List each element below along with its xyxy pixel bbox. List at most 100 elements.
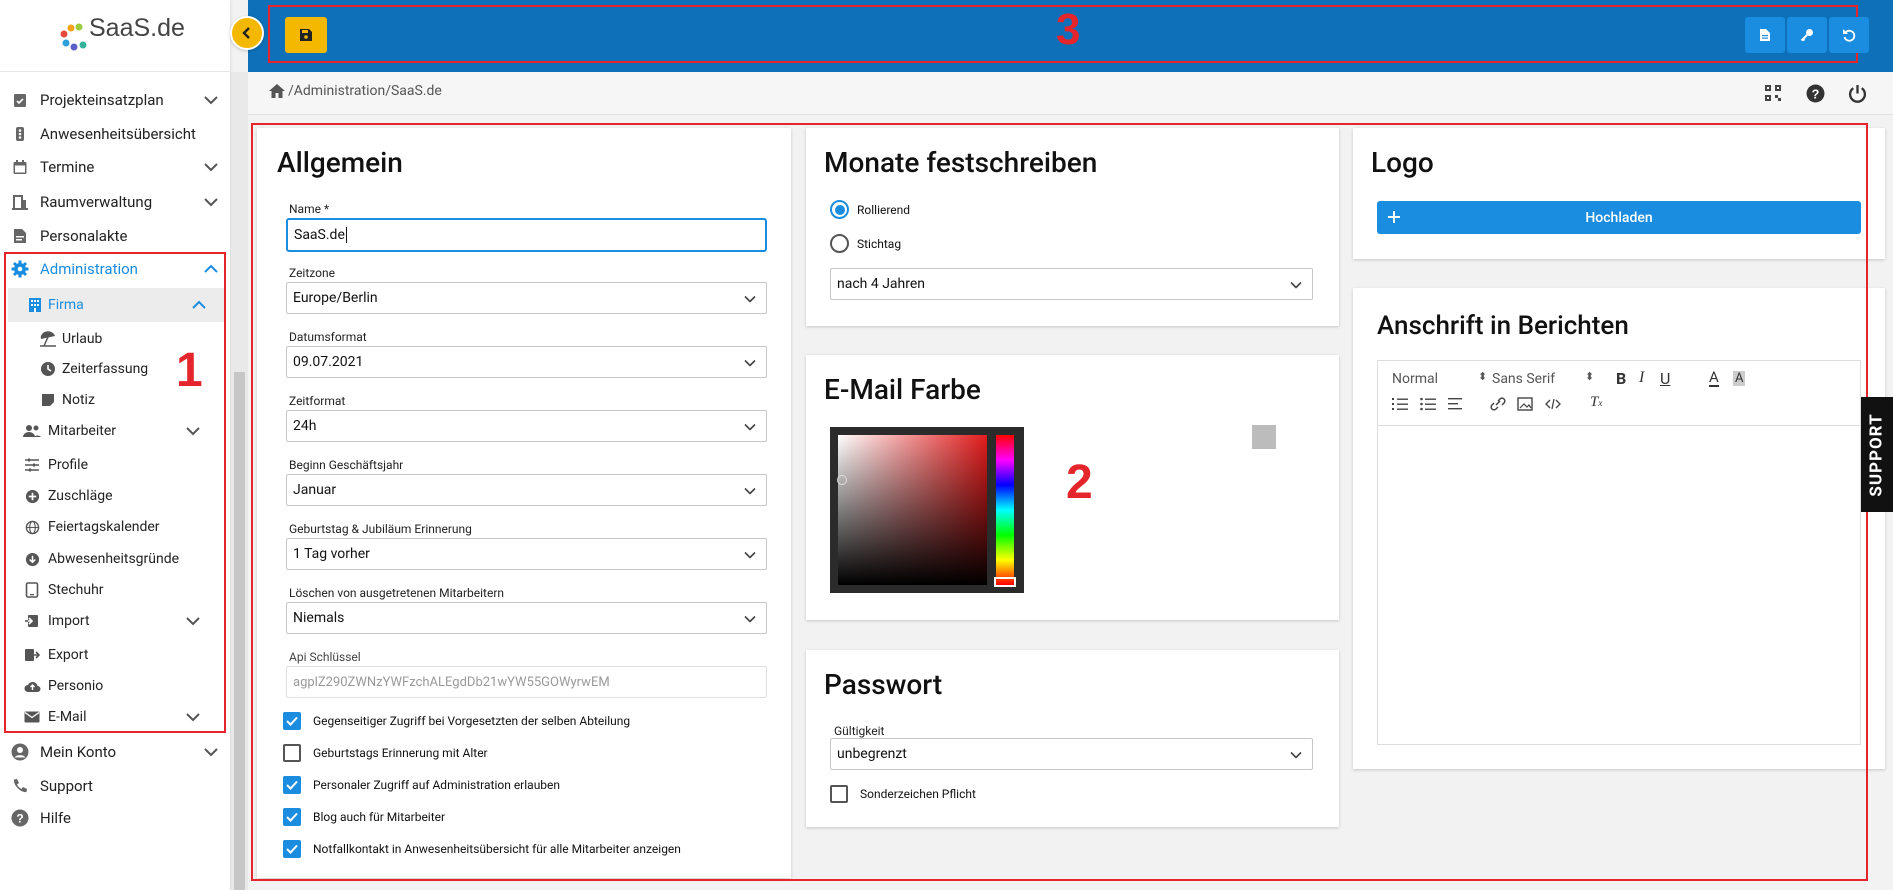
italic-icon[interactable]: I <box>1639 369 1644 387</box>
format-select[interactable]: Normal ⬍ <box>1392 370 1487 387</box>
api-key-field[interactable]: agplZ290ZWNzYWFzchALEgdDb21wYW55GOWyrwEM <box>286 666 767 698</box>
bold-icon[interactable]: B <box>1616 369 1626 388</box>
support-tab[interactable]: SUPPORT <box>1861 397 1893 512</box>
sidebar-item-label: Mitarbeiter <box>48 423 117 439</box>
code-icon[interactable] <box>1545 397 1561 411</box>
sidebar-item-mitarbeiter[interactable]: Mitarbeiter <box>0 418 230 444</box>
sidebar-item-raumverwaltung[interactable]: Raumverwaltung <box>0 188 230 216</box>
sidebar-item-projekteinsatzplan[interactable]: Projekteinsatzplan <box>0 86 230 114</box>
sidebar-item-stechuhr[interactable]: Stechuhr <box>0 577 230 603</box>
hue-slider-handle[interactable] <box>994 577 1016 587</box>
breadcrumb-path[interactable]: /Administration/SaaS.de <box>288 83 442 99</box>
chevron-down-icon[interactable] <box>184 612 202 630</box>
chevron-down-icon <box>744 551 756 559</box>
document-button[interactable] <box>1745 17 1785 53</box>
checkbox-unchecked-icon <box>283 744 301 762</box>
checkbox-geburtstags-erinnerung[interactable]: Geburtstags Erinnerung mit Alter <box>283 744 488 762</box>
font-select[interactable]: Sans Serif ⬍ <box>1492 370 1594 387</box>
zeitformat-select[interactable]: 24h <box>286 410 767 442</box>
ordered-list-icon[interactable] <box>1392 397 1408 411</box>
key-button[interactable] <box>1787 17 1827 53</box>
loeschen-select[interactable]: Niemals <box>286 602 767 634</box>
card-monate-festschreiben: Monate festschreiben Rollierend Stichtag… <box>806 128 1339 326</box>
save-button[interactable] <box>285 17 327 53</box>
clear-format-icon[interactable]: Tx <box>1590 394 1602 411</box>
erinnerung-select[interactable]: 1 Tag vorher <box>286 538 767 570</box>
question-circle-icon: ? <box>10 808 30 828</box>
chevron-down-icon[interactable] <box>184 422 202 440</box>
sidebar-item-personalakte[interactable]: Personalakte <box>0 222 230 250</box>
sidebar-item-export[interactable]: Export <box>0 642 230 668</box>
chevron-down-icon[interactable] <box>202 158 220 176</box>
card-title: E-Mail Farbe <box>824 373 981 406</box>
checkbox-gegenseitiger-zugriff[interactable]: Gegenseitiger Zugriff bei Vorgesetzten d… <box>283 712 630 730</box>
chevron-down-icon[interactable] <box>202 91 220 109</box>
sidebar-item-administration[interactable]: Administration <box>0 254 230 284</box>
key-icon <box>1800 29 1813 42</box>
checkbox-sonderzeichen-pflicht[interactable]: Sonderzeichen Pflicht <box>830 785 976 803</box>
sidebar-item-personio[interactable]: Personio <box>0 673 230 699</box>
hue-slider[interactable] <box>994 435 1016 587</box>
radio-rollierend[interactable]: Rollierend <box>830 200 910 219</box>
sidebar-item-termine[interactable]: Termine <box>0 153 230 181</box>
sidebar-scrollbar[interactable] <box>230 72 248 890</box>
sidebar-item-label: Mein Konto <box>40 743 117 761</box>
background-color-icon[interactable]: A <box>1733 371 1746 386</box>
selected-color-swatch[interactable] <box>1252 425 1276 449</box>
checkbox-notfallkontakt[interactable]: Notfallkontakt in Anwesenheitsübersicht … <box>283 840 681 858</box>
undo-button[interactable] <box>1829 17 1869 53</box>
chevron-down-icon[interactable] <box>202 743 220 761</box>
upload-logo-button[interactable]: Hochladen <box>1377 201 1861 234</box>
text-color-icon[interactable]: A <box>1709 369 1719 387</box>
chevron-up-icon[interactable] <box>190 296 208 314</box>
api-key-label: Api Schlüssel <box>289 650 361 664</box>
align-left-icon[interactable] <box>1448 397 1464 411</box>
color-picker-handle[interactable] <box>837 475 847 485</box>
zeitzone-select[interactable]: Europe/Berlin <box>286 282 767 314</box>
link-icon[interactable] <box>1490 397 1506 411</box>
festschreiben-select[interactable]: nach 4 Jahren <box>830 268 1313 300</box>
checkbox-personaler-zugriff[interactable]: Personaler Zugriff auf Administration er… <box>283 776 560 794</box>
sidebar-item-profile[interactable]: Profile <box>0 452 230 478</box>
sidebar-item-anwesenheitsuebersicht[interactable]: Anwesenheitsübersicht <box>0 120 230 148</box>
logout-button[interactable] <box>1848 84 1867 107</box>
plus-circle-icon <box>22 486 42 506</box>
sidebar-item-feiertagskalender[interactable]: Feiertagskalender <box>0 514 230 540</box>
select-value: Januar <box>293 482 337 498</box>
sidebar-item-zuschlaege[interactable]: Zuschläge <box>0 483 230 509</box>
sidebar-item-hilfe[interactable]: ? Hilfe <box>0 804 230 832</box>
top-toolbar: 3 <box>248 0 1893 72</box>
name-input[interactable]: SaaS.de <box>286 218 767 252</box>
color-picker[interactable] <box>830 427 1024 593</box>
geschaeftsjahr-select[interactable]: Januar <box>286 474 767 506</box>
bullet-list-icon[interactable] <box>1420 397 1436 411</box>
checkbox-blog-mitarbeiter[interactable]: Blog auch für Mitarbeiter <box>283 808 445 826</box>
radio-stichtag[interactable]: Stichtag <box>830 234 901 253</box>
chevron-down-icon[interactable] <box>184 708 202 726</box>
sidebar-item-import[interactable]: Import <box>0 608 230 634</box>
datumsformat-select[interactable]: 09.07.2021 <box>286 346 767 378</box>
sidebar-item-email[interactable]: E-Mail <box>0 704 230 730</box>
help-button[interactable]: ? <box>1806 84 1825 107</box>
home-icon[interactable] <box>268 83 286 99</box>
sidebar-item-firma[interactable]: Firma <box>8 288 224 322</box>
chevron-down-icon[interactable] <box>202 193 220 211</box>
sidebar-item-abwesenheitsgruende[interactable]: Abwesenheitsgründe <box>0 546 230 572</box>
editor-content[interactable] <box>1377 425 1861 745</box>
scrollbar-thumb[interactable] <box>234 372 245 890</box>
logo[interactable]: SaaS.de <box>0 0 230 72</box>
underline-icon[interactable]: U <box>1660 369 1670 388</box>
sidebar-item-mein-konto[interactable]: Mein Konto <box>0 738 230 766</box>
color-saturation-area[interactable] <box>837 435 987 585</box>
qr-code-icon <box>1765 85 1781 101</box>
font-value: Sans Serif <box>1492 371 1556 387</box>
qr-code-button[interactable] <box>1764 84 1782 106</box>
card-passwort: Passwort Gültigkeit unbegrenzt Sonderzei… <box>806 650 1339 827</box>
gueltigkeit-select[interactable]: unbegrenzt <box>830 738 1313 770</box>
sidebar: SaaS.de Projekteinsatzplan Anwesenheitsü… <box>0 0 230 890</box>
image-icon[interactable] <box>1517 397 1533 411</box>
collapse-sidebar-button[interactable] <box>230 16 264 50</box>
chevron-up-icon[interactable] <box>202 260 220 278</box>
sidebar-item-support[interactable]: Support <box>0 772 230 800</box>
sliders-icon <box>22 455 42 475</box>
